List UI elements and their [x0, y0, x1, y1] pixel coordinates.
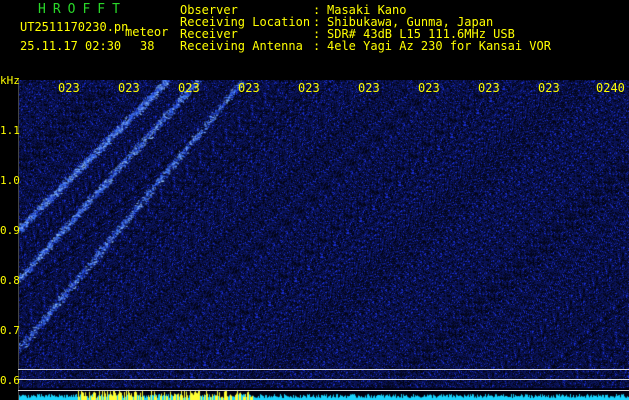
- y-tick: 1.0: [0, 174, 20, 187]
- x-tick: 023: [178, 81, 200, 95]
- x-tick: 023: [58, 81, 80, 95]
- app-title: HROFFT: [38, 2, 127, 17]
- header-panel: HROFFT UT2511170230.pn meteor 25.11.17 0…: [0, 0, 629, 78]
- timestamp: 25.11.17 02:30: [20, 39, 122, 53]
- y-tick: 0.6: [0, 374, 20, 387]
- x-tick: 023: [118, 81, 140, 95]
- x-tick: 0240: [596, 81, 625, 95]
- y-axis-unit: kHz: [0, 74, 20, 87]
- x-tick: 023: [238, 81, 260, 95]
- antenna-value: 4ele Yagi Az 230 for Kansai VOR: [327, 39, 551, 53]
- x-tick: 023: [418, 81, 440, 95]
- y-tick: 0.9: [0, 224, 20, 237]
- file-tag: meteor: [125, 25, 169, 39]
- file-name: UT2511170230.pn: [20, 20, 129, 34]
- y-tick: 0.7: [0, 324, 20, 337]
- x-tick: 023: [358, 81, 380, 95]
- antenna-label: Receiving Antenna: [180, 39, 303, 53]
- reference-line-lower: [18, 379, 629, 380]
- y-tick: 0.8: [0, 274, 20, 287]
- y-tick: 1.1: [0, 124, 20, 137]
- antenna-colon: :: [313, 39, 321, 53]
- meteor-count: 38: [140, 39, 155, 53]
- baseline-line: [18, 390, 629, 391]
- x-tick: 023: [298, 81, 320, 95]
- reference-line-upper: [18, 369, 629, 370]
- spectrogram-area: [18, 80, 629, 400]
- x-tick: 023: [538, 81, 560, 95]
- spectrogram-canvas: [18, 80, 629, 400]
- x-tick: 023: [478, 81, 500, 95]
